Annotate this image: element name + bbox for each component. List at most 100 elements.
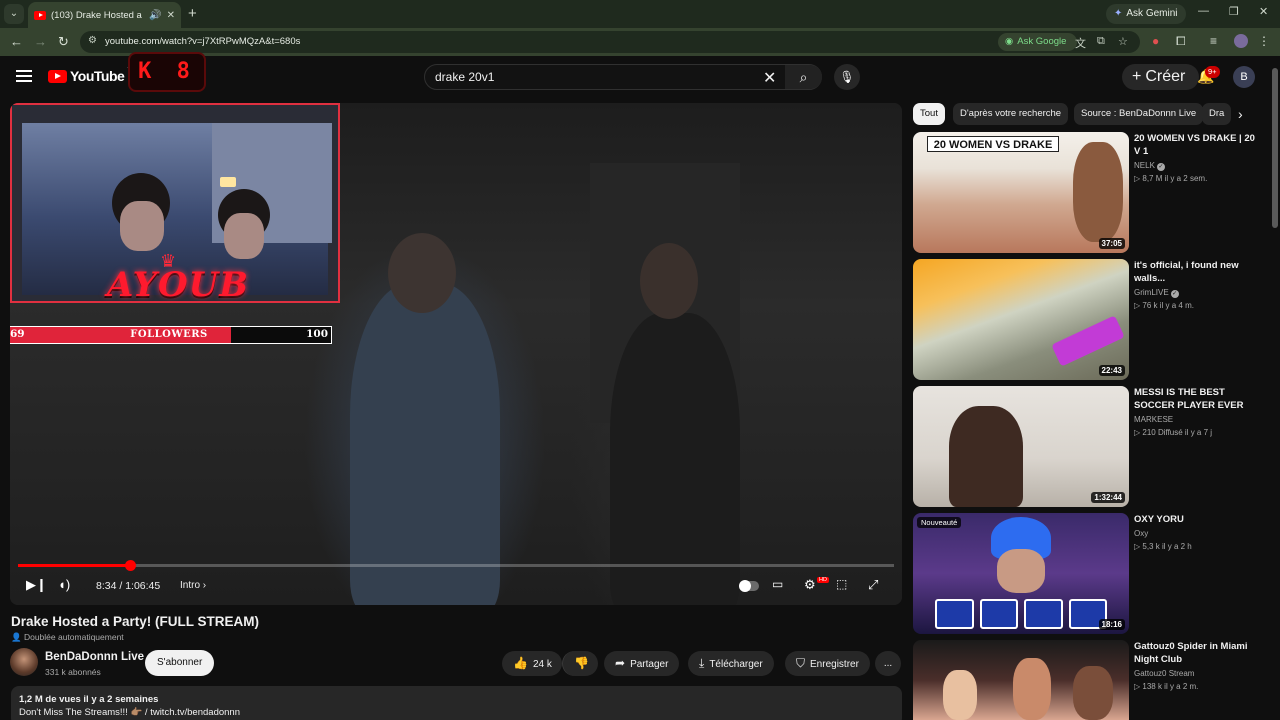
address-bar[interactable]: ⚙ youtube.com/watch?v=j7XtRPwMQzA&t=680s…: [80, 31, 1140, 53]
new-tab-button[interactable]: +: [188, 5, 197, 22]
chip-related-search[interactable]: D'après votre recherche: [953, 103, 1069, 125]
browser-tab[interactable]: (103) Drake Hosted a Party! 🔊 ✕: [28, 2, 181, 28]
youtube-logo[interactable]: YouTube TM: [48, 68, 136, 84]
recommendation-channel[interactable]: Oxy: [1134, 529, 1148, 538]
recommendation-title[interactable]: it's official, i found new walls...: [1134, 259, 1262, 285]
ask-gemini-button[interactable]: ✦ Ask Gemini: [1106, 4, 1186, 24]
fullscreen-icon[interactable]: ⤢: [868, 577, 878, 593]
video-thumbnail[interactable]: 22:43: [913, 259, 1129, 380]
chrome-menu-icon[interactable]: ⋮: [1258, 34, 1270, 48]
recommendation-item[interactable]: 20 WOMEN VS DRAKE 37:05 20 WOMEN VS DRAK…: [913, 132, 1263, 254]
theater-mode-icon[interactable]: ⬚: [836, 577, 847, 591]
channel-avatar[interactable]: [10, 648, 38, 676]
chip-drake[interactable]: Dra: [1202, 103, 1232, 125]
video-thumbnail[interactable]: Nouveauté 18:16: [913, 513, 1129, 634]
play-pause-icon[interactable]: ▶❙: [26, 577, 47, 593]
chip-all[interactable]: Tout: [913, 103, 945, 125]
site-info-icon[interactable]: ⚙: [88, 35, 97, 46]
reload-icon[interactable]: ↻: [58, 34, 69, 50]
recommendation-meta: ▷ 5,3 k il y a 2 h: [1134, 542, 1192, 551]
plus-icon: +: [1132, 68, 1142, 85]
search-input[interactable]: drake 20v1: [435, 70, 494, 84]
browser-profile-avatar[interactable]: [1234, 34, 1248, 48]
menu-icon[interactable]: [16, 70, 32, 82]
recommendation-channel[interactable]: MARKESE: [1134, 415, 1173, 424]
video-thumbnail[interactable]: 1:32:44: [913, 386, 1129, 507]
forward-arrow-icon[interactable]: →: [34, 34, 47, 49]
recommendation-item[interactable]: Nouveauté 18:16 OXY YORU Oxy ▷ 5,3 k il …: [913, 513, 1263, 635]
recommendation-title[interactable]: Gattouz0 Spider in Miami Night Club: [1134, 640, 1262, 666]
followers-goal-bar: 69 FOLLOWERS 100: [10, 326, 332, 344]
recommendation-title[interactable]: MESSI IS THE BEST SOCCER PLAYER EVER: [1134, 386, 1262, 412]
followers-goal: 100: [306, 328, 328, 340]
meta-label: 210 Diffusé il y a 7 j: [1142, 428, 1213, 437]
ask-gemini-label: Ask Gemini: [1126, 8, 1178, 19]
window-close-icon[interactable]: ✕: [1259, 5, 1268, 18]
save-button[interactable]: ⛉ Enregistrer: [785, 651, 870, 676]
share-button[interactable]: ➦ Partager: [604, 651, 680, 676]
install-app-icon[interactable]: ⧉: [1097, 35, 1105, 48]
recommendation-item[interactable]: Gattouz0 Spider in Miami Night Club Gatt…: [913, 640, 1263, 720]
video-duration: 18:16: [1098, 619, 1125, 630]
dislike-button[interactable]: 👎: [562, 651, 598, 676]
thumbnail-person: [1013, 658, 1051, 720]
tab-close-icon[interactable]: ✕: [167, 10, 175, 21]
ask-google-button[interactable]: ◉ Ask Google: [998, 33, 1078, 51]
create-button[interactable]: + Créer: [1122, 64, 1200, 90]
recommendation-title[interactable]: 20 WOMEN VS DRAKE | 20 V 1: [1134, 132, 1262, 158]
minimize-icon[interactable]: —: [1198, 5, 1209, 17]
volume-icon[interactable]: ◖): [58, 577, 70, 592]
description-box[interactable]: 1,2 M de vues il y a 2 semaines Don't Mi…: [11, 686, 902, 720]
thumbs-down-icon: 👎: [574, 656, 589, 670]
video-thumbnail[interactable]: 20 WOMEN VS DRAKE 37:05: [913, 132, 1129, 253]
restore-icon[interactable]: ❐: [1229, 5, 1239, 18]
recommendation-channel[interactable]: NELK ✓: [1134, 161, 1165, 171]
recommendation-item[interactable]: 1:32:44 MESSI IS THE BEST SOCCER PLAYER …: [913, 386, 1263, 508]
microphone-icon[interactable]: 🎙: [834, 64, 860, 90]
streamer-two-face: [224, 213, 264, 259]
video-player[interactable]: ♛ AYOUB 69 FOLLOWERS 100 ▶❙ ◖) 8:34 / 1:…: [10, 103, 902, 605]
recommendation-title[interactable]: OXY YORU: [1134, 513, 1262, 526]
extensions-puzzle-icon[interactable]: ⧠: [1176, 34, 1186, 49]
thumbnail-weapon: [1051, 315, 1125, 367]
more-actions-button[interactable]: ...: [875, 651, 901, 676]
like-button[interactable]: 👍 24 k: [502, 651, 562, 676]
subscribe-button[interactable]: S'abonner: [145, 650, 215, 676]
page-scrollbar[interactable]: [1272, 68, 1278, 228]
recommendation-channel[interactable]: Gattouz0 Stream: [1134, 669, 1194, 678]
autoplay-toggle[interactable]: [739, 580, 759, 592]
search-box[interactable]: drake 20v1 ✕ ⌕: [424, 64, 822, 90]
chips-next-chevron-icon[interactable]: ›: [1238, 106, 1243, 122]
extension-icon[interactable]: ●: [1152, 34, 1159, 48]
subtitles-icon[interactable]: ▭: [772, 577, 783, 591]
seek-bar[interactable]: [18, 560, 894, 571]
clear-search-icon[interactable]: ✕: [763, 68, 776, 88]
search-icon[interactable]: ⌕: [785, 65, 822, 89]
settings-gear-icon[interactable]: ⚙: [804, 577, 816, 593]
dubbed-label: 👤 Doublée automatiquement: [11, 632, 124, 642]
chapter-label: Intro: [180, 580, 201, 591]
subscriber-count: 331 k abonnés: [45, 667, 101, 677]
chapter-button[interactable]: Intro ›: [180, 580, 206, 591]
download-button[interactable]: ⤓ Télécharger: [688, 651, 774, 676]
video-person-left: [350, 283, 500, 605]
video-person-left-head: [388, 233, 456, 313]
channel-label: GrimLIVE: [1134, 288, 1169, 297]
tab-audio-icon[interactable]: 🔊: [149, 10, 161, 21]
recommendation-item[interactable]: 22:43 it's official, i found new walls..…: [913, 259, 1263, 381]
translate-icon[interactable]: 文: [1075, 35, 1086, 51]
video-duration: 1:32:44: [1091, 492, 1125, 503]
chip-source[interactable]: Source : BenDaDonnn Live: [1074, 103, 1204, 125]
webcam-lamp: [220, 177, 236, 187]
meta-label: 5,3 k il y a 2 h: [1142, 542, 1192, 551]
bookmark-star-icon[interactable]: ☆: [1118, 35, 1128, 48]
video-thumbnail[interactable]: [913, 640, 1129, 720]
tab-search-dropdown[interactable]: ⌄: [4, 4, 24, 24]
reading-list-icon[interactable]: ≡: [1210, 34, 1217, 48]
back-arrow-icon[interactable]: ←: [10, 34, 23, 49]
create-label: Créer: [1145, 68, 1186, 85]
recommendation-channel[interactable]: GrimLIVE ✓: [1134, 288, 1179, 298]
webcam-overlay: ♛ AYOUB 69 FOLLOWERS 100: [10, 103, 340, 344]
channel-name[interactable]: BenDaDonnn Live: [45, 651, 144, 663]
account-avatar[interactable]: B: [1233, 66, 1255, 88]
